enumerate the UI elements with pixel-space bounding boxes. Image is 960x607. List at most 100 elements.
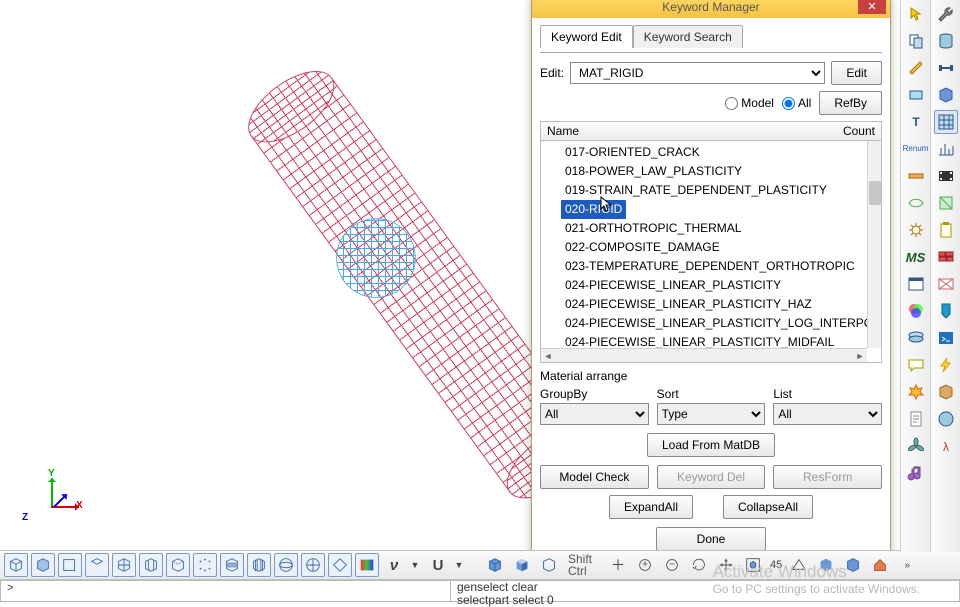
radio-all[interactable]: All	[782, 96, 811, 110]
tool-music-icon[interactable]	[904, 461, 928, 485]
cube-hidden-icon[interactable]	[166, 553, 190, 577]
keyword-item[interactable]: 024-PIECEWISE_LINEAR_PLASTICITY	[561, 276, 881, 295]
tool-cylinder-icon[interactable]	[934, 29, 958, 53]
list-hscrollbar[interactable]: ◄ ►	[541, 348, 867, 362]
tool-mesh-icon[interactable]	[904, 191, 928, 215]
tool-wrench-icon[interactable]	[934, 2, 958, 26]
shaded-cube-icon[interactable]	[510, 553, 534, 577]
tool-burst-icon[interactable]	[904, 380, 928, 404]
tool-terminal-icon[interactable]	[934, 326, 958, 350]
chevron-down-icon[interactable]: ▼	[403, 553, 427, 577]
keyword-item[interactable]: 023-TEMPERATURE_DEPENDENT_ORTHOTROPIC	[561, 257, 881, 276]
radio-model[interactable]: Model	[725, 96, 774, 110]
refby-button[interactable]: RefBy	[819, 91, 882, 115]
tab-keyword-edit[interactable]: Keyword Edit	[540, 25, 633, 48]
cube-blue2-icon[interactable]	[841, 553, 865, 577]
scroll-right-icon[interactable]: ►	[853, 349, 867, 363]
model-check-button[interactable]: Model Check	[540, 465, 649, 489]
zoom-target-minus-icon[interactable]: −	[660, 553, 684, 577]
sphere-icon[interactable]	[274, 553, 298, 577]
tool-gear-icon[interactable]	[904, 218, 928, 242]
tool-layers-icon[interactable]	[904, 326, 928, 350]
list-select[interactable]: All	[773, 403, 882, 425]
tool-clear-icon[interactable]	[934, 272, 958, 296]
edit-button[interactable]: Edit	[831, 61, 882, 85]
sort-select[interactable]: Type	[657, 403, 766, 425]
expand-all-button[interactable]: ExpandAll	[609, 495, 693, 519]
tool-package-icon[interactable]	[934, 380, 958, 404]
tool-dumbbell-icon[interactable]	[934, 56, 958, 80]
tool-select-icon[interactable]	[904, 2, 928, 26]
diamond-icon[interactable]	[328, 553, 352, 577]
tool-ms-icon[interactable]: MS	[904, 245, 928, 269]
tool-flash-icon[interactable]	[934, 353, 958, 377]
tool-rgb-icon[interactable]	[904, 299, 928, 323]
resform-button[interactable]: ResForm	[773, 465, 882, 489]
tool-section-icon[interactable]	[904, 164, 928, 188]
keyword-item[interactable]: 022-COMPOSITE_DAMAGE	[561, 238, 881, 257]
tool-report-icon[interactable]	[904, 407, 928, 431]
tool-clip-icon[interactable]	[934, 191, 958, 215]
cube-dense-icon[interactable]	[220, 553, 244, 577]
cube-grid-icon[interactable]	[112, 553, 136, 577]
tool-grid-selected-icon[interactable]	[934, 110, 958, 134]
list-vscrollbar[interactable]	[867, 141, 881, 348]
tool-fan-icon[interactable]	[904, 434, 928, 458]
keyword-list[interactable]: 017-ORIENTED_CRACK018-POWER_LAW_PLASTICI…	[540, 141, 882, 363]
tool-badge-icon[interactable]	[934, 299, 958, 323]
solid-cube-icon[interactable]	[483, 553, 507, 577]
keyword-del-button[interactable]: Keyword Del	[657, 465, 766, 489]
dialog-titlebar[interactable]: Keyword Manager ✕	[532, 0, 890, 18]
pan-icon[interactable]	[714, 553, 738, 577]
keyword-item[interactable]: 024-PIECEWISE_LINEAR_PLASTICITY_HAZ	[561, 295, 881, 314]
chevron-down-icon-2[interactable]: ▼	[447, 553, 471, 577]
color-ramp-icon[interactable]	[355, 553, 379, 577]
cube-points-icon[interactable]	[193, 553, 217, 577]
close-icon[interactable]: ✕	[858, 0, 886, 14]
command-input[interactable]: >	[0, 580, 450, 602]
done-button[interactable]: Done	[656, 527, 767, 551]
list-header[interactable]: Name Count	[540, 121, 882, 141]
rotate-icon[interactable]	[687, 553, 711, 577]
zoom-target-plus-icon[interactable]: +	[633, 553, 657, 577]
keyword-item[interactable]: 019-STRAIN_RATE_DEPENDENT_PLASTICITY	[561, 181, 881, 200]
toolbar-more-icon[interactable]: »	[895, 553, 919, 577]
solid-iso-icon[interactable]	[31, 553, 55, 577]
wireframe-iso-icon[interactable]	[4, 553, 28, 577]
tool-copy-icon[interactable]	[904, 29, 928, 53]
cube-view-3-icon[interactable]	[58, 553, 82, 577]
load-matdb-button[interactable]: Load From MatDB	[647, 433, 775, 457]
tab-keyword-search[interactable]: Keyword Search	[633, 25, 743, 48]
cube-view-4-icon[interactable]	[85, 553, 109, 577]
3d-viewport[interactable]: Y X Z	[0, 0, 530, 550]
cube-blue-icon[interactable]	[814, 553, 838, 577]
scroll-left-icon[interactable]: ◄	[541, 349, 555, 363]
tool-lambda-icon[interactable]: λ	[934, 434, 958, 458]
perspective-icon[interactable]	[787, 553, 811, 577]
tool-film-icon[interactable]	[934, 164, 958, 188]
fit-cube-icon[interactable]	[741, 553, 765, 577]
tool-sphere2-icon[interactable]	[934, 407, 958, 431]
keyword-item[interactable]: 021-ORTHOTROPIC_THERMAL	[561, 219, 881, 238]
keyword-item[interactable]: 018-POWER_LAW_PLASTICITY	[561, 162, 881, 181]
tool-renum-icon[interactable]: Renum	[904, 137, 928, 161]
keyword-item[interactable]: 017-ORIENTED_CRACK	[561, 143, 881, 162]
keyword-item[interactable]: 020-RIGID	[561, 200, 626, 219]
tool-clipboard-icon[interactable]	[934, 218, 958, 242]
collapse-all-button[interactable]: CollapseAll	[723, 495, 813, 519]
cube-grid2-icon[interactable]	[139, 553, 163, 577]
keyword-select[interactable]: MAT_RIGID	[570, 62, 825, 84]
tool-bricks-icon[interactable]	[934, 245, 958, 269]
keyword-item[interactable]: 024-PIECEWISE_LINEAR_PLASTICITY_LOG_INTE…	[561, 314, 881, 333]
tool-window-icon[interactable]	[904, 272, 928, 296]
cube-3d-icon[interactable]	[537, 553, 561, 577]
tool-plane-icon[interactable]	[904, 83, 928, 107]
tool-text-icon[interactable]: T	[904, 110, 928, 134]
sphere-grid-icon[interactable]	[301, 553, 325, 577]
cube-dense2-icon[interactable]	[247, 553, 271, 577]
tool-chart-icon[interactable]	[934, 137, 958, 161]
tool-chat-icon[interactable]	[904, 353, 928, 377]
groupby-select[interactable]: All	[540, 403, 649, 425]
zoom-plus-icon[interactable]: ＋	[606, 553, 630, 577]
tool-box-icon[interactable]	[934, 83, 958, 107]
